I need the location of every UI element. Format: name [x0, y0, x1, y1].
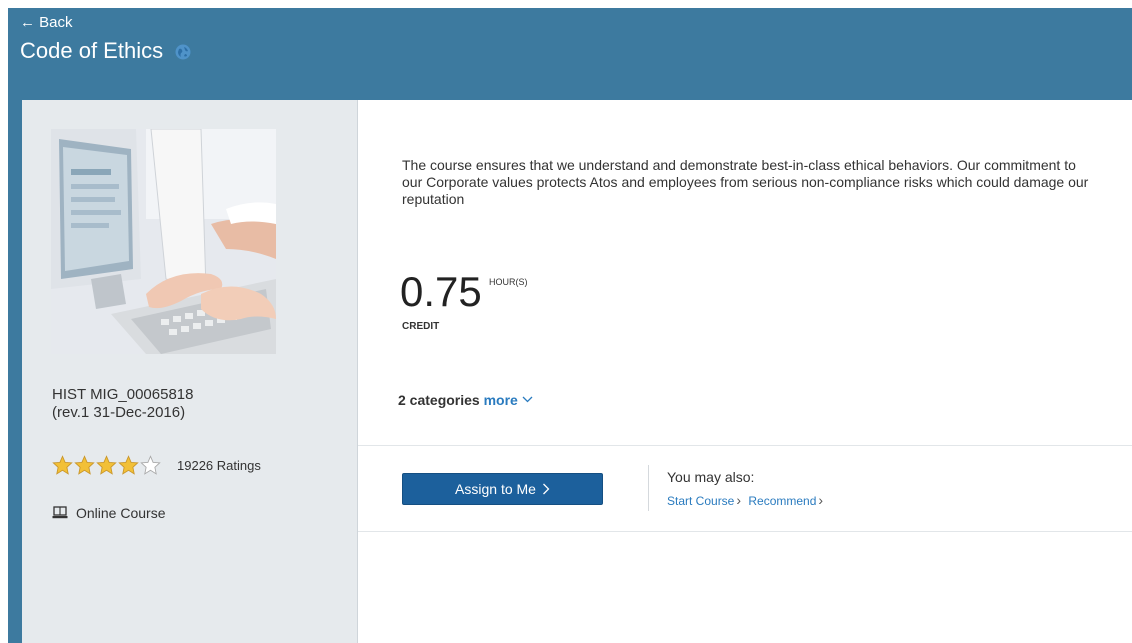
assign-to-me-button[interactable]: Assign to Me — [402, 473, 603, 505]
categories-more-link[interactable]: more — [484, 392, 533, 408]
categories-count: 2 categories — [398, 392, 480, 408]
categories-row: 2 categories more — [398, 392, 533, 408]
page-header: ← Back Code of Ethics — [8, 8, 1132, 100]
recommend-link[interactable]: Recommend — [748, 494, 816, 508]
more-label: more — [483, 392, 518, 408]
chevron-down-icon — [522, 396, 533, 403]
star-icon — [96, 455, 117, 475]
course-thumbnail — [51, 129, 276, 354]
course-id-code: HIST MIG_00065818 — [52, 386, 194, 403]
page-title: Code of Ethics — [20, 38, 191, 66]
course-type-label: Online Course — [76, 505, 166, 521]
secondary-actions: Start Course › Recommend › — [667, 492, 827, 508]
assign-button-label: Assign to Me — [455, 481, 536, 497]
credit-value: 0.75 — [400, 268, 482, 315]
credit-unit: HOUR(S) — [489, 277, 528, 287]
start-course-link[interactable]: Start Course — [667, 494, 734, 508]
section-divider — [358, 531, 1132, 532]
side-accent — [8, 100, 22, 643]
chevron-right-icon: › — [818, 492, 824, 508]
course-summary-panel: HIST MIG_00065818 (rev.1 31-Dec-2016) 19… — [22, 100, 358, 643]
chevron-right-icon: › — [736, 492, 742, 508]
online-course-icon — [52, 506, 68, 519]
may-also-label: You may also: — [667, 469, 755, 485]
star-icon — [118, 455, 139, 475]
star-icon — [52, 455, 73, 475]
page-edge — [0, 0, 8, 643]
star-icon — [74, 455, 95, 475]
star-empty-icon — [140, 455, 161, 475]
back-link[interactable]: ← Back — [20, 14, 73, 31]
rating-stars: 19226 Ratings — [52, 455, 261, 476]
course-id: HIST MIG_00065818 (rev.1 31-Dec-2016) — [52, 386, 193, 422]
chevron-right-icon — [543, 483, 550, 495]
credit-label: CREDIT — [402, 321, 440, 332]
course-revision: (rev.1 31-Dec-2016) — [52, 404, 186, 421]
course-type: Online Course — [52, 505, 166, 521]
actions-divider — [648, 465, 649, 511]
course-description: The course ensures that we understand an… — [402, 157, 1089, 207]
course-title: Code of Ethics — [20, 38, 164, 63]
globe-icon — [175, 40, 191, 66]
section-divider — [358, 445, 1132, 446]
ratings-count: 19226 Ratings — [177, 458, 261, 473]
